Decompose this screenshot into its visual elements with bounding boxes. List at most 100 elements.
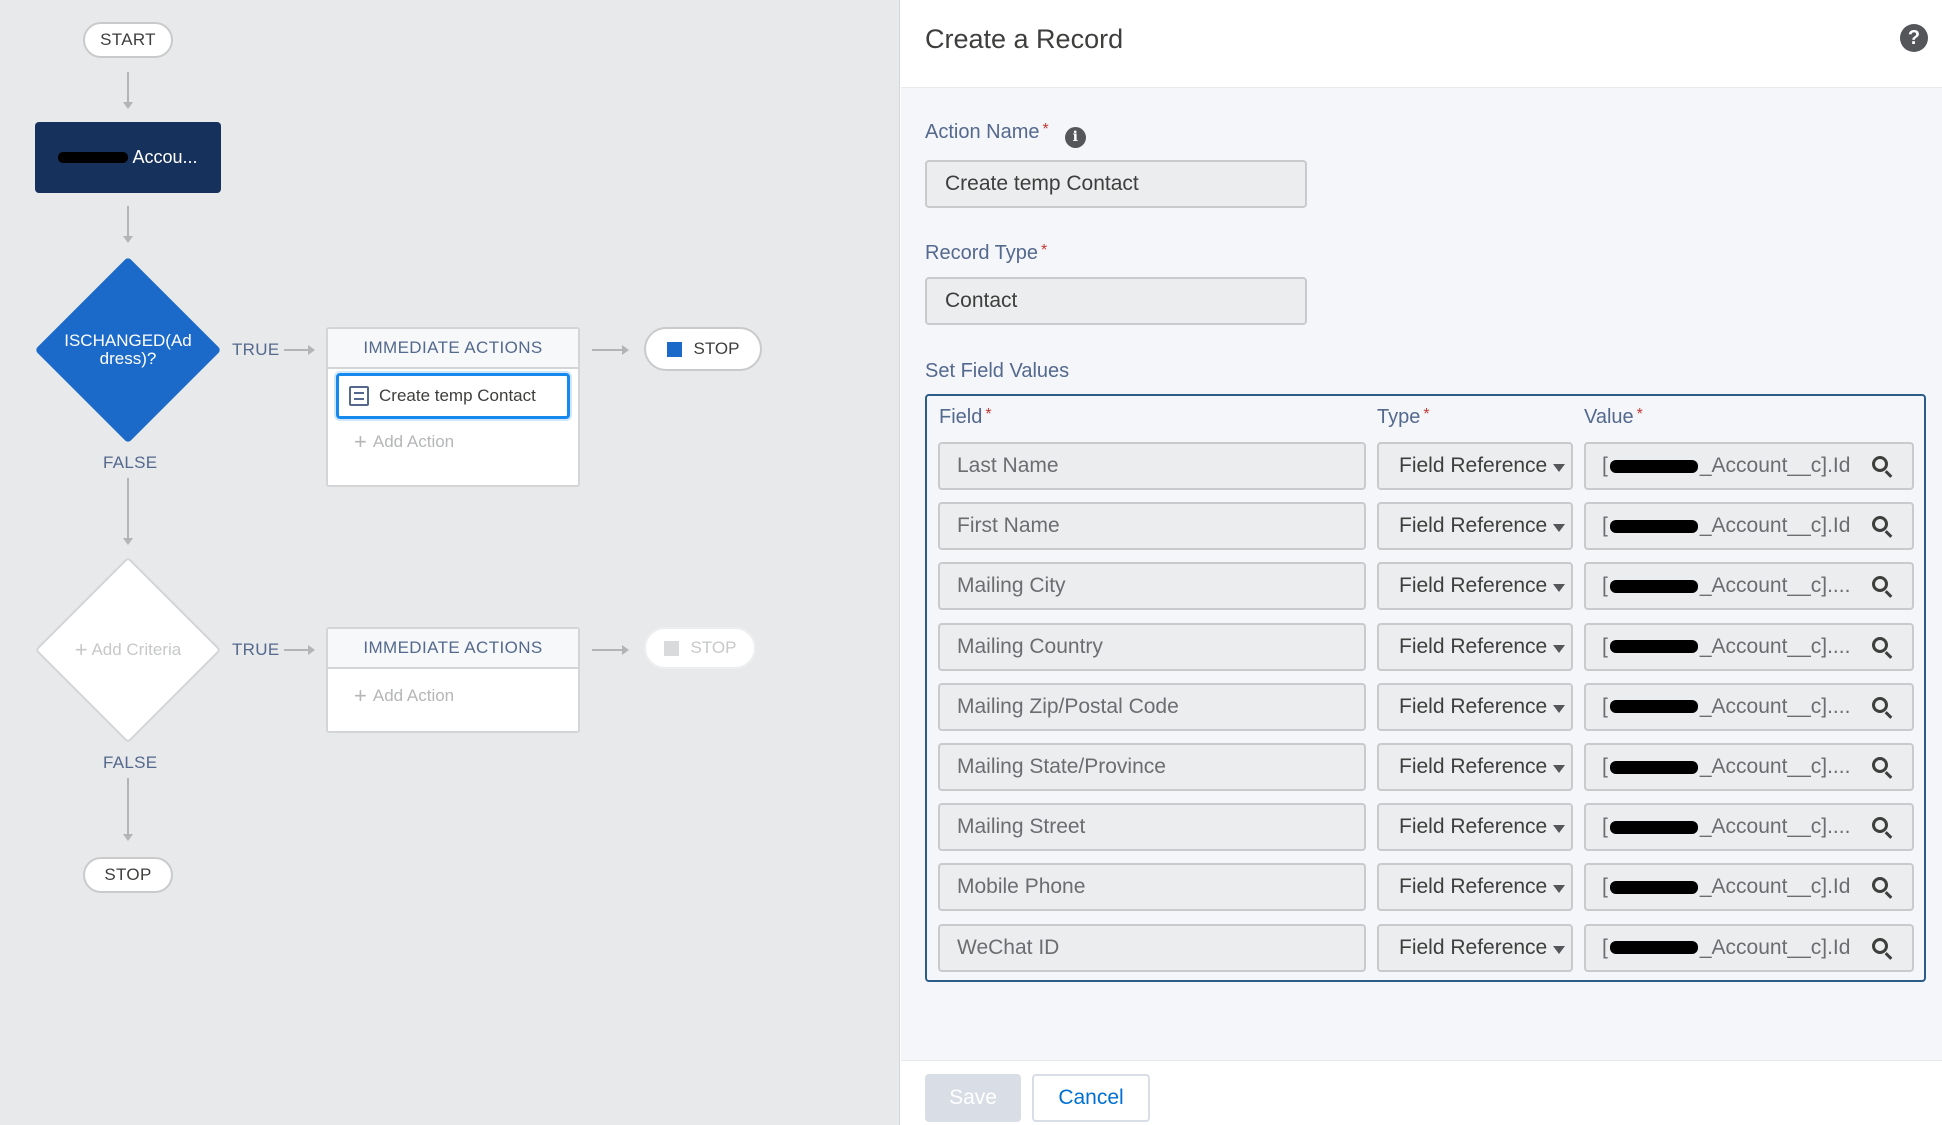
value-input[interactable]: [_Account__c].Id <box>1584 502 1914 551</box>
redaction-mark <box>1609 941 1698 955</box>
record-type-label-wrap: Record Type * <box>925 242 1047 265</box>
search-icon[interactable] <box>1872 456 1888 472</box>
value-prefix: [ <box>1602 454 1608 477</box>
add-action-button[interactable]: + Add Action <box>328 419 578 465</box>
value-input[interactable]: [_Account__c].Id <box>1584 442 1914 490</box>
field-input[interactable]: First Name <box>938 502 1366 551</box>
value-prefix: [ <box>1602 634 1608 658</box>
connector <box>127 778 129 834</box>
action-name-input[interactable]: Create temp Contact <box>925 160 1307 208</box>
field-input[interactable]: Mailing Country <box>938 622 1366 671</box>
object-node[interactable]: Accou... <box>35 122 221 193</box>
arrow-right-icon <box>308 645 315 655</box>
type-select-text: Field Reference <box>1399 514 1548 538</box>
search-icon[interactable] <box>1872 696 1888 713</box>
process-canvas: START Accou... ISCHANGED(Ad dress)? TRUE… <box>0 0 900 1125</box>
type-select[interactable]: Field Reference <box>1377 442 1573 490</box>
value-input[interactable]: [_Account__c].... <box>1584 682 1914 731</box>
value-input[interactable]: [_Account__c].... <box>1584 743 1914 791</box>
field-input[interactable]: Mailing City <box>938 562 1366 611</box>
required-marker: * <box>985 406 992 423</box>
type-select[interactable]: Field Reference <box>1377 682 1573 731</box>
search-icon[interactable] <box>1872 757 1888 773</box>
stop-square-icon <box>666 341 682 357</box>
search-icon[interactable] <box>1872 877 1888 894</box>
field-input-text: First Name <box>957 514 1060 538</box>
field-input[interactable]: WeChat ID <box>938 923 1366 972</box>
criteria-1-label: ISCHANGED(Ad dress)? <box>64 331 192 368</box>
connector <box>592 349 622 351</box>
field-input[interactable]: Last Name <box>938 442 1366 490</box>
panel-title: Create a Record <box>925 24 1124 54</box>
type-select-text: Field Reference <box>1399 935 1548 959</box>
record-icon <box>349 386 369 406</box>
save-button[interactable]: Save <box>925 1074 1021 1122</box>
stop-end-label: STOP <box>104 865 152 884</box>
value-input[interactable]: [_Account__c].... <box>1584 803 1914 852</box>
info-icon[interactable]: i <box>1064 127 1086 148</box>
help-icon[interactable]: ? <box>1900 24 1928 52</box>
arrow-down-icon <box>123 102 133 109</box>
panel-footer: Save Cancel <box>901 1060 1942 1125</box>
connector <box>127 72 129 102</box>
field-input-text: Last Name <box>957 454 1059 477</box>
type-select[interactable]: Field Reference <box>1377 502 1573 551</box>
type-select[interactable]: Field Reference <box>1377 743 1573 791</box>
create-record-panel: Create a Record ? Action Name * i Create t… <box>901 0 1942 1125</box>
search-icon[interactable] <box>1872 516 1888 533</box>
field-input[interactable]: Mailing Street <box>938 803 1366 852</box>
type-select[interactable]: Field Reference <box>1377 803 1573 852</box>
value-input[interactable]: [_Account__c].... <box>1584 562 1914 611</box>
stop-node-1: STOP <box>644 327 762 371</box>
stop-square-icon <box>663 640 679 656</box>
field-input[interactable]: Mailing Zip/Postal Code <box>938 682 1366 731</box>
field-value-row: Mailing Zip/Postal Code Field Reference [_… <box>938 682 1914 731</box>
field-value-row: Last Name Field Reference [_Account__c].Id <box>938 442 1914 490</box>
type-select[interactable]: Field Reference <box>1377 562 1573 611</box>
redaction-mark <box>1609 519 1698 533</box>
immediate-actions-box-2: IMMEDIATE ACTIONS + Add Action <box>326 627 580 733</box>
value-input[interactable]: [ _Account__c].... <box>1584 622 1914 671</box>
cancel-button[interactable]: Cancel <box>1032 1074 1150 1122</box>
redaction-mark <box>1609 700 1698 714</box>
field-input[interactable]: Mailing State/Province <box>938 743 1366 791</box>
value-suffix: _Account__c].... <box>1699 634 1851 658</box>
action-create-temp-contact[interactable]: Create temp Contact <box>336 373 570 419</box>
search-icon[interactable] <box>1872 937 1888 954</box>
add-action-label: Add Action <box>372 686 455 705</box>
redaction-mark <box>1609 459 1698 473</box>
value-input[interactable]: [_Account__c].Id <box>1584 923 1914 972</box>
field-values-table: Field * Type * Value * Last Name Field Refer… <box>925 394 1926 982</box>
search-icon[interactable] <box>1872 817 1888 834</box>
value-prefix: [ <box>1602 875 1608 899</box>
stop-node-2: STOP <box>644 627 756 669</box>
search-icon[interactable] <box>1872 576 1888 593</box>
field-input[interactable]: Mobile Phone <box>938 863 1366 912</box>
value-prefix: [ <box>1602 755 1608 778</box>
add-criteria-text: Add Criteria <box>91 640 182 659</box>
required-marker: * <box>1041 242 1048 259</box>
panel-header: Create a Record ? <box>901 0 1942 88</box>
column-header-type-text: Type <box>1377 406 1421 428</box>
value-input[interactable]: [_Account__c].Id <box>1584 863 1914 912</box>
arrow-right-icon <box>622 345 629 355</box>
required-marker: * <box>1042 121 1049 138</box>
type-select[interactable]: Field Reference <box>1377 923 1573 972</box>
value-prefix: [ <box>1602 935 1608 959</box>
type-select[interactable]: Field Reference <box>1377 622 1573 671</box>
criteria-node-1[interactable]: ISCHANGED(Ad dress)? <box>34 256 222 444</box>
caret-down-icon <box>1553 885 1565 894</box>
value-suffix: _Account__c].... <box>1699 815 1851 839</box>
add-action-button[interactable]: + Add Action <box>328 669 578 715</box>
record-type-input[interactable]: Contact <box>925 277 1307 325</box>
type-select[interactable]: Field Reference <box>1377 863 1573 912</box>
arrow-right-icon <box>308 345 315 355</box>
search-icon[interactable] <box>1872 636 1888 653</box>
criteria-node-2[interactable]: + Add Criteria <box>34 556 222 744</box>
type-select-text: Field Reference <box>1399 574 1548 598</box>
connector <box>592 649 622 651</box>
true-label: TRUE <box>232 340 280 359</box>
caret-down-icon <box>1553 644 1565 653</box>
caret-down-icon <box>1553 765 1565 773</box>
value-suffix: _Account__c].Id <box>1699 514 1851 538</box>
